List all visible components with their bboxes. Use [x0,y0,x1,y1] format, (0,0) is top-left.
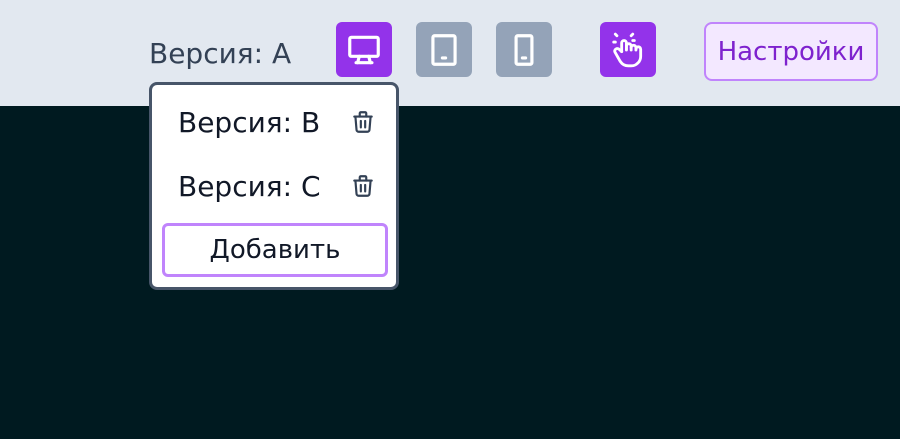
settings-button[interactable]: Настройки [704,22,878,81]
trash-icon[interactable] [350,171,376,201]
version-item[interactable]: Версия: B [152,97,396,147]
mobile-view-button[interactable] [496,22,552,77]
version-dropdown: Версия: B Версия: C Добавить [149,82,399,290]
tablet-view-button[interactable] [416,22,472,77]
desktop-view-button[interactable] [336,22,392,77]
mobile-icon [514,33,534,66]
desktop-icon [348,35,380,64]
trash-icon[interactable] [350,107,376,137]
version-item-label[interactable]: Версия: C [178,170,321,203]
add-version-button[interactable]: Добавить [162,223,388,277]
version-item[interactable]: Версия: C [152,161,396,211]
interaction-mode-button[interactable] [600,22,656,77]
hand-click-icon [612,32,643,67]
top-toolbar: Версия: A Настройки [0,0,900,106]
version-item-label[interactable]: Версия: B [178,106,320,139]
preview-canvas [0,106,900,439]
version-selector[interactable]: Версия: A [149,34,291,74]
tablet-icon [431,33,457,66]
